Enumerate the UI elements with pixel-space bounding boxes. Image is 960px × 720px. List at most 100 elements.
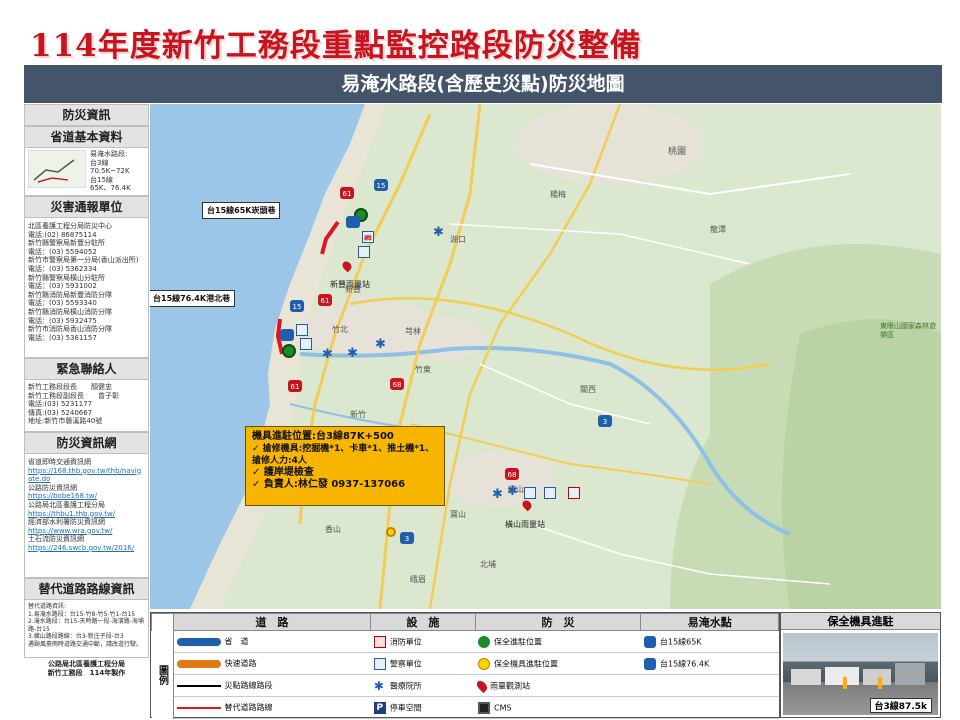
legend-corner <box>151 613 174 631</box>
place-label: 新竹 <box>350 410 366 419</box>
route-shields-layer: 61 15 61 15 68 61 3 3 68 <box>288 179 612 544</box>
alt-route-heading: 替代道路路線資訊 <box>24 578 149 600</box>
route-shield-61: 61 <box>318 294 332 306</box>
sidebar: 防災資訊 省道基本資料 易淹水路段: 台3線 70.5K~72K 台15線 65… <box>24 104 149 718</box>
net-box: 省道即時交通資訊網 https://168.thb.gov.tw/thb/nav… <box>24 454 149 578</box>
svg-text:61: 61 <box>291 383 300 391</box>
footer-line: 公路局北區養護工程分局 <box>48 660 125 668</box>
basic-info-text: 易淹水路段: 台3線 70.5K~72K 台15線 65K、76.4K <box>90 150 131 193</box>
police-station-icon <box>300 338 312 350</box>
route-shield-61: 61 <box>288 380 302 392</box>
net-label: 經濟部水利署防災資訊網 <box>28 518 105 527</box>
net-link[interactable]: https://246.swcb.gov.tw/2016/ <box>28 544 145 553</box>
contact-line: 地址:新竹市磐溪路40號 <box>28 417 103 426</box>
legend-flood-label: 台15線65K <box>659 637 702 646</box>
route-shield-15: 15 <box>374 179 388 191</box>
legend-disaster-row: 雨量觀測站 <box>474 674 641 697</box>
footer-note: 公路局北區養護工程分局 新竹工務段 114年製作 <box>24 660 149 678</box>
alt-line: 替代道路資訊: <box>28 603 67 610</box>
svg-text:61: 61 <box>321 297 330 305</box>
contact-heading: 緊急聯絡人 <box>24 358 149 380</box>
net-label: 省道即時交通資訊網 <box>28 458 91 466</box>
legend-road-label: 快速道路 <box>224 659 257 668</box>
responsible-person: ✓ 負責人:林仁發 0937-137066 <box>252 479 406 490</box>
legend-facility-label: 警察單位 <box>389 659 422 668</box>
medical-icon: ✱ <box>373 678 384 693</box>
police-station-icon <box>358 246 370 258</box>
notify-line: 新竹縣警察局新豐分駐所 <box>28 239 105 248</box>
rain-station-label: 新豐雨量站 <box>330 280 370 289</box>
legend-flood-row: 台15線65K <box>640 630 779 653</box>
basic-line: 易淹水路段: <box>90 150 128 158</box>
legend-facility-row: ✱ 醫療院所 <box>370 674 476 697</box>
legend-flood-row: 台15線76.4K <box>640 652 779 675</box>
guard-post-marker[interactable] <box>282 344 296 358</box>
legend-facility-row: 警察單位 <box>370 652 476 675</box>
route-shield-68: 68 <box>505 468 519 480</box>
map-view[interactable]: 61 15 61 15 68 61 3 3 68 新豐 竹北 竹東 芎林 橫山 … <box>150 104 941 609</box>
cms-sign-icon <box>478 701 491 714</box>
route-shield-15: 15 <box>290 300 304 312</box>
legend-flood-row <box>640 696 779 719</box>
legend-col-disaster: 防 災 <box>474 613 642 631</box>
legend-disaster-row: CMS <box>475 696 641 719</box>
basic-info-heading: 省道基本資料 <box>24 126 149 148</box>
notify-line: 電話：(03) 5593340 <box>28 299 97 308</box>
police-station-icon <box>524 487 536 499</box>
svg-text:3: 3 <box>405 535 409 543</box>
equipment-post-marker[interactable] <box>386 527 396 537</box>
notify-line: 電話:(02) 86875114 <box>28 230 97 239</box>
route-shield-61: 61 <box>340 187 354 199</box>
equipment-location: 機具進駐位置:台3線87K+500 <box>252 431 394 442</box>
legend-col-road: 道 路 <box>172 613 372 631</box>
notify-line: 新竹縣警察局橫山分駐所 <box>28 273 105 282</box>
legend-road-label: 替代道路路線 <box>224 703 273 712</box>
legend-side-label: 圖例 <box>151 630 174 719</box>
notify-line: 新竹市警察局第一分局(香山派出所) <box>28 256 139 265</box>
net-label: 公路防災資訊網 <box>28 483 77 492</box>
net-link[interactable]: https://bobe168.tw/ <box>28 492 145 501</box>
net-heading: 防災資訊網 <box>24 432 149 454</box>
place-label: 峨眉 <box>410 575 426 584</box>
police-station-icon <box>373 657 386 670</box>
flood-point-icon[interactable] <box>280 329 294 341</box>
notify-line: 電話：(03) 5361157 <box>28 333 97 342</box>
fire-station-icon <box>373 635 386 648</box>
alt-route-arrow-icon <box>176 706 221 709</box>
net-link[interactable]: https://thbu1.thb.gov.tw/ <box>28 510 145 519</box>
legend-road-row: 省 道 <box>173 630 371 653</box>
flood-point-icon <box>643 635 656 648</box>
equipment-info-box: 機具進駐位置:台3線87K+500 ✓ 搶修機具:挖掘機*1、卡車*1、推土機*… <box>245 426 445 506</box>
parking-icon: P <box>373 701 386 714</box>
rain-gauge-icon <box>474 678 490 693</box>
notify-line: 新竹市消防局香山消防分隊 <box>28 325 112 334</box>
legend-disaster-label: CMS <box>494 703 512 712</box>
footer-line: 新竹工務段 114年製作 <box>47 669 126 677</box>
photo-caption: 台3線87.5k <box>869 698 932 713</box>
route-shield-68: 68 <box>390 378 404 390</box>
medical-icon: ✱ <box>492 487 503 502</box>
notify-line: 電話：(03) 5362334 <box>28 264 97 273</box>
legend-col-flood: 易淹水點 <box>640 613 779 631</box>
svg-text:61: 61 <box>343 190 352 198</box>
place-label: 竹東 <box>415 365 431 374</box>
notify-line: 電話：(03) 5931002 <box>28 282 97 291</box>
equipment-photo-panel: 保全機具進駐 台3線87.5k <box>780 612 941 718</box>
legend-disaster-label: 保全進駐位置 <box>494 637 543 646</box>
equipment-list: ✓ 搶修機具:挖掘機*1、卡車*1、推土機*1、搶修人力:4人 <box>252 444 435 466</box>
legend-disaster-row: 保全機具進駐位置 <box>475 652 641 675</box>
alt-line: 3.橫山路段路線：台3-新庄子段-台3 <box>28 633 124 640</box>
net-link[interactable]: https://168.thb.gov.tw/thb/navigate.do <box>28 467 145 484</box>
notify-line: 電話：(03) 5932475 <box>28 316 97 325</box>
flood-point-icon[interactable] <box>346 216 360 228</box>
route-shield-3: 3 <box>400 532 414 544</box>
place-label: 北埔 <box>480 560 496 569</box>
medical-icon: ✱ <box>347 346 358 361</box>
net-label: 公路局北區養護工程分局 <box>28 500 105 509</box>
fire-station-icon <box>568 487 580 499</box>
legend-road-row: 災點路線路段 <box>173 674 371 697</box>
legend-road-row: 替代道路路線 <box>173 696 371 719</box>
notify-heading: 災害通報單位 <box>24 196 149 218</box>
route-shield-3: 3 <box>598 415 612 427</box>
legend-road-row: 快速道路 <box>173 652 371 675</box>
